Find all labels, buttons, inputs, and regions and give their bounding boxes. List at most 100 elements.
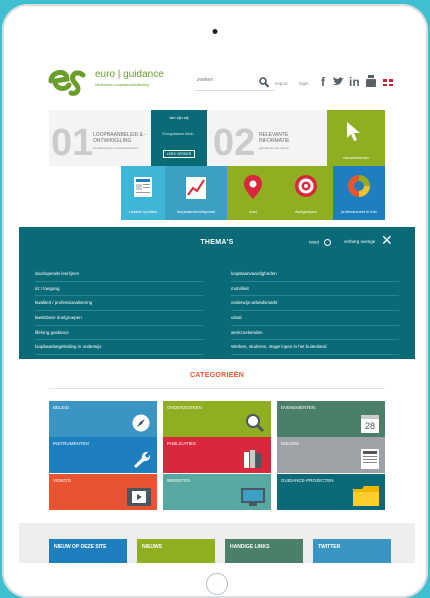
- category-nieuws[interactable]: NIEUWS: [277, 437, 385, 473]
- category-onderzoeken[interactable]: ONDERZOEKEN: [163, 401, 271, 437]
- wrench-icon: [134, 451, 151, 468]
- tile-nieuwsbrieven[interactable]: nieuwsbrieven: [327, 110, 385, 166]
- reset-icon: [324, 239, 332, 246]
- chart-icon: [186, 177, 206, 199]
- category-beleid[interactable]: BELEID: [49, 401, 157, 437]
- tab-label: TWITTER: [318, 544, 341, 550]
- category-instrumenten[interactable]: INSTRUMENTEN: [49, 437, 157, 473]
- tile-chart[interactable]: loopbaankennisportal: [165, 166, 227, 220]
- cursor-icon: [347, 122, 360, 141]
- youtube-icon[interactable]: [366, 75, 376, 87]
- linkedin-icon[interactable]: in: [349, 75, 360, 89]
- logo-brand: euro: [95, 69, 116, 80]
- logo-subtitle: Nederlands Loopbaanontwikkeling: [95, 83, 149, 87]
- theme-item[interactable]: mobiliteit: [231, 282, 399, 297]
- theme-item[interactable]: loopbaanbegeleiding in onderwijs: [35, 340, 203, 356]
- hide-others-link[interactable]: verberg overige: [344, 239, 375, 244]
- categories-title: CATEGORIEËN: [189, 372, 245, 379]
- tile-updates[interactable]: Laatste updates: [121, 166, 165, 220]
- who-text: Euroguidance biedt...: [162, 132, 196, 136]
- tablet-frame: euro | guidance Nederlands Loopbaanontwi…: [2, 4, 428, 598]
- newspaper-icon: [134, 177, 152, 197]
- who-title: wie zijn wij: [169, 115, 189, 120]
- calendar-icon: 28: [361, 415, 379, 433]
- reset-link[interactable]: reset: [309, 239, 332, 246]
- tile-target-label: doelgroepen: [294, 209, 318, 214]
- folder-icon: [353, 486, 379, 506]
- theme-item[interactable]: doorlopende leerlijnen: [35, 267, 203, 282]
- theme-item[interactable]: werkzoekenden: [231, 326, 399, 341]
- tile-sub-1: Ontwikkelingen in loopbaanbeleid: [93, 146, 138, 150]
- close-icon[interactable]: ✕: [381, 233, 393, 247]
- tile-updates-label: Laatste updates: [128, 209, 158, 214]
- facebook-icon[interactable]: f: [321, 75, 325, 89]
- donut-chart-icon: [348, 175, 370, 197]
- twitter-icon[interactable]: [333, 77, 344, 86]
- tile-number-2: 02: [213, 122, 256, 164]
- theme-item[interactable]: kwaliteit / professionalisering: [35, 296, 203, 312]
- tile-informatie[interactable]: 02 RELEVANTE INFORMATIE gerelateerd per …: [207, 110, 327, 166]
- themes-panel: THEMA'S reset verberg overige ✕ doorlope…: [19, 227, 415, 359]
- tab-nieuw-op-deze-site[interactable]: NIEUW OP DEZE SITE: [49, 539, 127, 563]
- camera: [212, 29, 218, 34]
- theme-item[interactable]: onderwijs-arbeidsmarkt: [231, 296, 399, 312]
- theme-item[interactable]: uitval: [231, 311, 399, 326]
- reset-label: reset: [309, 239, 320, 245]
- theme-item[interactable]: lifelong guidance: [35, 326, 203, 341]
- search-icon[interactable]: [259, 77, 269, 89]
- tab-twitter[interactable]: TWITTER: [313, 539, 391, 563]
- category-videos[interactable]: VIDEO'S: [49, 474, 157, 510]
- theme-item[interactable]: loopbaanvaardigheden: [231, 267, 399, 282]
- category-websites[interactable]: WEBSITES: [163, 474, 271, 510]
- tab-label: NIEUW OP DEZE SITE: [54, 544, 107, 550]
- footer-tabs: NIEUW OP DEZE SITE NIEUWS HANDIGE LINKS …: [19, 523, 415, 563]
- map-pin-icon: [244, 175, 262, 199]
- tile-ring[interactable]: professioneel in info: [333, 166, 385, 220]
- read-more-button[interactable]: LEES VERDER: [163, 150, 195, 158]
- theme-item[interactable]: kwetsbare doelgroepen: [35, 311, 203, 326]
- tile-chart-label: loopbaankennisportal: [176, 209, 216, 214]
- category-publicaties[interactable]: PUBLICATIES: [163, 437, 271, 473]
- tab-label: NIEUWS: [142, 544, 162, 550]
- english-flag-icon[interactable]: [383, 79, 393, 86]
- tile-ring-label: professioneel in info: [341, 209, 377, 214]
- theme-item[interactable]: ict / toegang: [35, 282, 203, 297]
- website-screen: euro | guidance Nederlands Loopbaanontwi…: [19, 53, 415, 563]
- themes-left-column: doorlopende leerlijnen ict / toegang kwa…: [35, 267, 203, 356]
- target-icon: [295, 175, 317, 197]
- category-label: WEBSITES: [167, 478, 191, 483]
- category-label: GUIDANCE-PROJECTEN: [281, 478, 334, 483]
- category-label: EVENEMENTEN: [281, 405, 316, 410]
- category-guidance-projecten[interactable]: GUIDANCE-PROJECTEN: [277, 474, 385, 510]
- tile-pin[interactable]: doel: [227, 166, 279, 220]
- export-link[interactable]: export: [275, 81, 288, 86]
- tile-target[interactable]: doelgroepen: [279, 166, 333, 220]
- site-header: euro | guidance Nederlands Loopbaanontwi…: [19, 53, 415, 109]
- theme-item[interactable]: Werken, studeren, stage lopen in het bui…: [231, 340, 399, 356]
- tile-sub-2: gerelateerd per thema: [259, 146, 289, 150]
- film-icon: [127, 488, 151, 506]
- categories-divider: [49, 388, 385, 389]
- category-evenementen[interactable]: EVENEMENTEN 28: [277, 401, 385, 437]
- category-label: VIDEO'S: [53, 478, 71, 483]
- euroguidance-logo-icon[interactable]: [47, 65, 87, 97]
- magnifier-icon: [246, 414, 265, 433]
- tile-pin-label: doel: [249, 209, 257, 214]
- tab-nieuws[interactable]: NIEUWS: [137, 539, 215, 563]
- tile-label-2: RELEVANTE INFORMATIE: [259, 132, 290, 144]
- hero-grid: 01 LOOPBAANBELEID & -ONTWIKKELING Ontwik…: [49, 110, 385, 220]
- tile-nieuwsbrieven-label: nieuwsbrieven: [343, 155, 369, 160]
- logo-title[interactable]: euro | guidance: [95, 69, 164, 80]
- tile-beleid[interactable]: 01 LOOPBAANBELEID & -ONTWIKKELING Ontwik…: [49, 110, 151, 166]
- login-link[interactable]: login: [299, 81, 309, 86]
- books-icon: [244, 450, 261, 468]
- tile-number-1: 01: [51, 122, 94, 164]
- tab-handige-links[interactable]: HANDIGE LINKS: [225, 539, 303, 563]
- category-label: NIEUWS: [281, 441, 299, 446]
- tile-label-1: LOOPBAANBELEID & -ONTWIKKELING: [93, 132, 147, 144]
- home-button[interactable]: [206, 573, 228, 595]
- logo-brand2: guidance: [123, 69, 164, 80]
- newspaper-icon: [361, 449, 379, 469]
- themes-right-column: loopbaanvaardigheden mobiliteit onderwij…: [231, 267, 399, 356]
- tile-who[interactable]: wie zijn wij Euroguidance biedt... LEES …: [151, 110, 207, 166]
